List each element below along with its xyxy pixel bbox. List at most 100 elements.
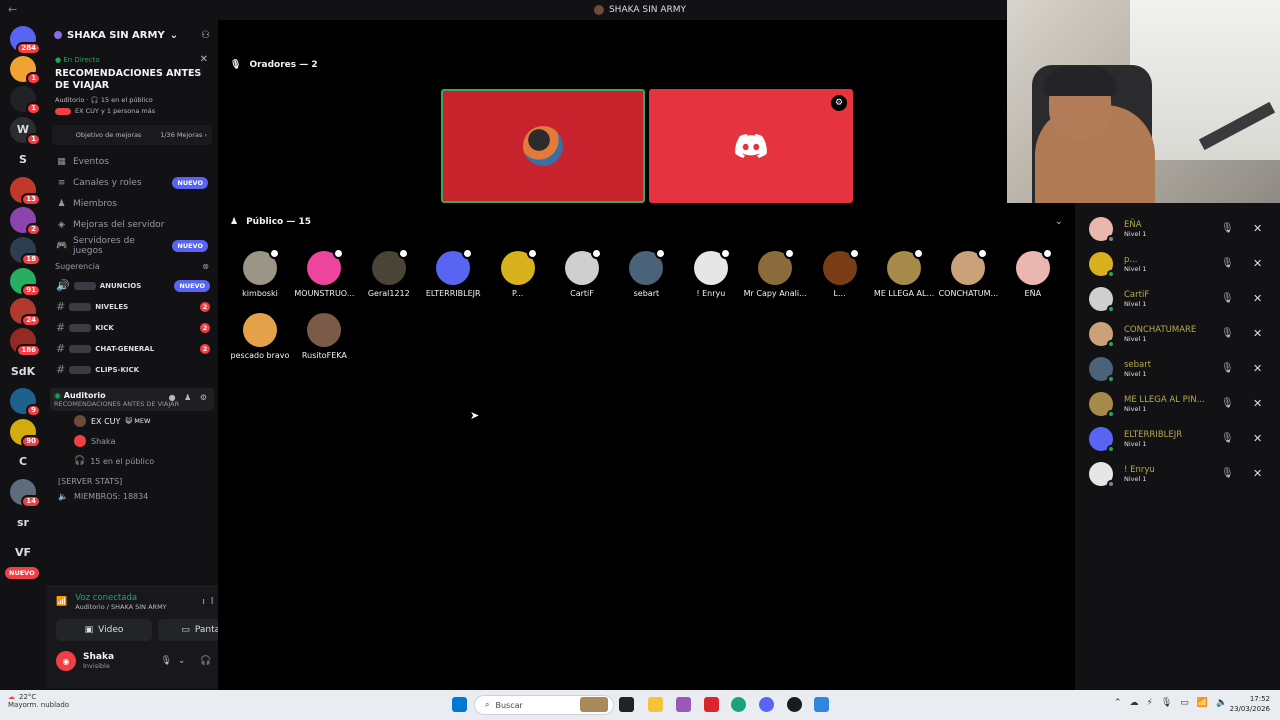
file-explorer-icon[interactable] bbox=[648, 697, 663, 712]
wps-icon[interactable] bbox=[704, 697, 719, 712]
speaker-request-row[interactable]: CartiF Nivel 1 🎙 ✕ bbox=[1075, 281, 1280, 316]
invite-to-speak-icon[interactable]: 🎙 bbox=[1221, 433, 1234, 444]
invite-to-speak-icon[interactable]: 🎙 bbox=[1221, 468, 1234, 479]
voice-user[interactable]: Shaka bbox=[46, 431, 218, 451]
video-button[interactable]: ▣ Video bbox=[56, 619, 152, 641]
widget-thumbnail[interactable] bbox=[580, 697, 608, 712]
channel-item[interactable]: # NIVELES 2 bbox=[46, 296, 218, 317]
settings-icon[interactable]: ⚙ bbox=[831, 95, 847, 111]
close-icon[interactable]: ✕ bbox=[200, 54, 208, 65]
nav-item[interactable]: ▦ Eventos bbox=[56, 151, 208, 172]
channel-item[interactable]: # CHAT-GENERAL 2 bbox=[46, 338, 218, 359]
notepad-icon[interactable] bbox=[814, 697, 829, 712]
server-icon[interactable]: 13 bbox=[10, 177, 41, 206]
speaker-request-row[interactable]: EÑA Nivel 1 🎙 ✕ bbox=[1075, 211, 1280, 246]
boost-goal[interactable]: Objetivo de mejoras 1/36 Mejoras › bbox=[52, 125, 212, 145]
avatar[interactable]: ◉ bbox=[56, 651, 76, 671]
copilot-icon[interactable] bbox=[676, 697, 691, 712]
server-icon[interactable]: W1 bbox=[10, 116, 41, 146]
close-icon[interactable]: ✕ bbox=[1253, 432, 1262, 445]
server-icon[interactable]: 90 bbox=[10, 418, 41, 448]
invite-to-speak-icon[interactable]: 🎙 bbox=[1221, 258, 1234, 269]
voice-audience[interactable]: 🎧 15 en el público bbox=[46, 451, 218, 471]
voice-user[interactable]: EX CUY 😺 MEW bbox=[46, 411, 218, 431]
server-icon[interactable]: 14 bbox=[10, 479, 41, 508]
speaker-request-row[interactable]: ME LLEGA AL PIN... Nivel 1 🎙 ✕ bbox=[1075, 386, 1280, 421]
server-icon[interactable]: 18 bbox=[10, 237, 41, 267]
audience-member[interactable]: ELTERRIBLEJR bbox=[421, 248, 485, 298]
close-icon[interactable]: ✕ bbox=[1253, 257, 1262, 270]
close-icon[interactable]: ✕ bbox=[1253, 222, 1262, 235]
add-member-icon[interactable]: ⚇ bbox=[201, 30, 210, 41]
speaker-request-row[interactable]: sebart Nivel 1 🎙 ✕ bbox=[1075, 351, 1280, 386]
voice-location[interactable]: Auditorio / SHAKA SIN ARMY bbox=[75, 603, 166, 611]
close-icon[interactable]: ✕ bbox=[1253, 327, 1262, 340]
server-icon[interactable]: 91 bbox=[10, 267, 41, 297]
channel-item[interactable]: # CLIPS-KICK bbox=[46, 359, 218, 380]
nav-item[interactable]: ♟ Miembros bbox=[56, 193, 208, 214]
audience-member[interactable]: Geral1212 bbox=[357, 248, 421, 298]
live-event-card[interactable]: ● En Directo ✕ RECOMENDACIONES ANTES DE … bbox=[52, 52, 212, 119]
speaker-request-row[interactable]: CONCHATUMARE Nivel 1 🎙 ✕ bbox=[1075, 316, 1280, 351]
audience-member[interactable]: MOUNSTRUO... bbox=[292, 248, 356, 298]
speaker-tile-shaka[interactable]: ⚙ bbox=[649, 89, 853, 203]
close-icon[interactable]: ✕ bbox=[1253, 292, 1262, 305]
nav-item[interactable]: ◈ Mejoras del servidor bbox=[56, 214, 208, 235]
weather-widget[interactable]: ☁ 22°C Mayorm. nublado bbox=[8, 693, 69, 709]
system-tray[interactable]: ⌃☁⚡🎙▭📶🔈 bbox=[1114, 698, 1235, 708]
nav-item[interactable]: 🎮 Servidores de juegos NUEVO bbox=[56, 235, 208, 256]
audience-member[interactable]: L... bbox=[808, 248, 872, 298]
audience-member[interactable]: Mr Capy Anali... bbox=[743, 248, 807, 298]
server-icon[interactable]: sr bbox=[10, 509, 36, 536]
audience-member[interactable]: CONCHATUM... bbox=[936, 248, 1000, 298]
server-icon[interactable]: 1 bbox=[10, 56, 41, 86]
channel-item[interactable]: 🔊 ANUNCIOS NUEVO bbox=[46, 275, 218, 296]
invite-to-speak-icon[interactable]: 🎙 bbox=[1221, 398, 1234, 409]
server-icon[interactable]: 1 bbox=[10, 86, 41, 116]
server-icon[interactable]: 186 bbox=[10, 328, 41, 357]
server-icon[interactable]: 9 bbox=[10, 388, 41, 418]
close-icon[interactable]: ✕ bbox=[1253, 362, 1262, 375]
task-view-icon[interactable] bbox=[619, 697, 634, 712]
server-icon[interactable]: C bbox=[10, 448, 36, 475]
voice-status[interactable]: Voz conectada bbox=[75, 593, 166, 603]
server-icon[interactable]: VF bbox=[10, 539, 36, 566]
edge-icon[interactable] bbox=[731, 697, 746, 712]
server-icon[interactable]: SdK bbox=[10, 358, 36, 385]
obs-icon[interactable] bbox=[787, 697, 802, 712]
audience-member[interactable]: ! Enryu bbox=[679, 248, 743, 298]
chevron-down-icon[interactable]: ⌄ bbox=[1055, 216, 1063, 227]
server-icon[interactable]: 24 bbox=[10, 297, 41, 327]
channel-item[interactable]: # KICK 2 bbox=[46, 317, 218, 338]
audience-member[interactable]: ME LLEGA AL... bbox=[872, 248, 936, 298]
audience-member[interactable]: P... bbox=[486, 248, 550, 298]
invite-to-speak-icon[interactable]: 🎙 bbox=[1221, 223, 1234, 234]
server-icon[interactable]: 284 bbox=[10, 26, 41, 55]
invite-to-speak-icon[interactable]: 🎙 bbox=[1221, 328, 1234, 339]
nav-item[interactable]: ≡ Canales y roles NUEVO bbox=[56, 172, 208, 193]
voice-channel-actions[interactable]: ● ♟ ⚙ bbox=[169, 393, 210, 402]
back-arrow-icon[interactable]: ← bbox=[8, 3, 17, 16]
server-icon[interactable]: 2 bbox=[10, 207, 41, 237]
speaker-request-row[interactable]: ELTERRIBLEJR Nivel 1 🎙 ✕ bbox=[1075, 421, 1280, 456]
speaker-request-row[interactable]: ! Enryu Nivel 1 🎙 ✕ bbox=[1075, 456, 1280, 491]
close-icon[interactable]: ✕ bbox=[1253, 467, 1262, 480]
audience-member[interactable]: pescado bravo bbox=[228, 313, 292, 360]
invite-to-speak-icon[interactable]: 🎙 bbox=[1221, 363, 1234, 374]
close-icon[interactable]: ✕ bbox=[1253, 397, 1262, 410]
invite-to-speak-icon[interactable]: 🎙 bbox=[1221, 293, 1234, 304]
audience-member[interactable]: RusitoFEKA bbox=[292, 313, 356, 360]
discord-icon[interactable] bbox=[759, 697, 774, 712]
windows-start-icon[interactable] bbox=[452, 697, 467, 712]
speaker-tile-excuy[interactable] bbox=[441, 89, 645, 203]
server-icon[interactable]: S bbox=[10, 146, 36, 173]
guild-header[interactable]: SHAKA SIN ARMY ⌄ ⚇ bbox=[46, 20, 218, 50]
voice-channel-auditorio[interactable]: ◉ Auditorio RECOMENDACIONES ANTES DE VIA… bbox=[50, 388, 214, 411]
clock[interactable]: 17:52 23/03/2026 bbox=[1230, 694, 1270, 714]
speaker-request-row[interactable]: p... Nivel 1 🎙 ✕ bbox=[1075, 246, 1280, 281]
audience-member[interactable]: CartiF bbox=[550, 248, 614, 298]
audience-member[interactable]: EÑA bbox=[1001, 248, 1065, 298]
audience-member[interactable]: sebart bbox=[614, 248, 678, 298]
audience-member[interactable]: kimboski bbox=[228, 248, 292, 298]
close-circle-icon[interactable]: ⊗ bbox=[202, 262, 209, 271]
